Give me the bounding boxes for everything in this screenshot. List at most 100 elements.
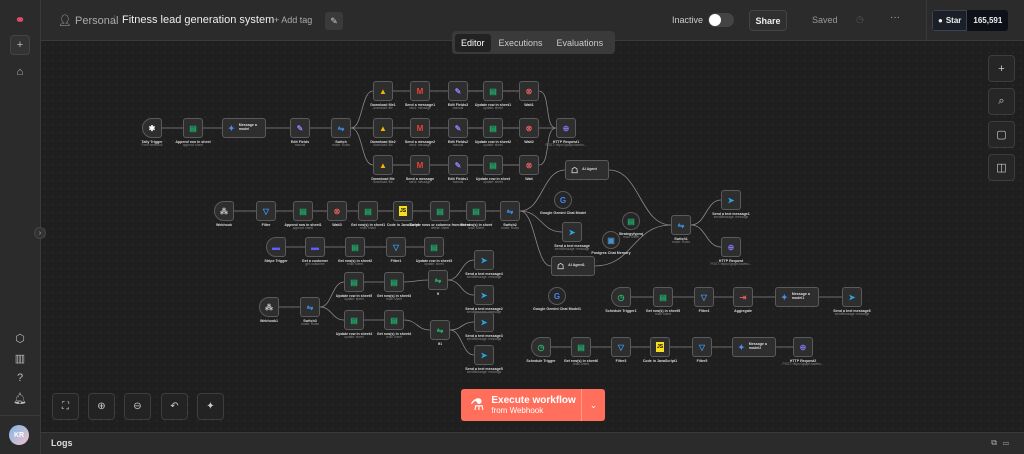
logs-panel-controls[interactable]: ⧉▭ bbox=[991, 438, 1015, 448]
workflow-node[interactable]: ▽ bbox=[611, 337, 631, 357]
workflow-node[interactable]: ▤ bbox=[344, 310, 364, 330]
workflow-node[interactable]: ➤ bbox=[474, 345, 494, 365]
workflow-node[interactable]: ⇋ bbox=[430, 320, 450, 340]
add-node-button[interactable]: + bbox=[988, 55, 1015, 82]
workflow-node[interactable]: ⇥ bbox=[733, 287, 753, 307]
add-tag-button[interactable]: + Add tag bbox=[274, 15, 312, 25]
workflow-node[interactable]: ▲ bbox=[373, 118, 393, 138]
execute-workflow-button[interactable]: ⚗ Execute workflow from Webhook ⌄ bbox=[461, 389, 605, 421]
workflow-node[interactable]: ⊗ bbox=[519, 118, 539, 138]
workflow-node[interactable]: ▤ bbox=[483, 155, 503, 175]
workflow-node[interactable]: ▤ bbox=[345, 237, 365, 257]
workflow-node[interactable]: ▬ bbox=[266, 237, 286, 257]
workflow-node[interactable]: ➤ bbox=[842, 287, 862, 307]
fit-view-button[interactable]: ⛶ bbox=[52, 393, 79, 420]
workflow-node[interactable]: ▤ bbox=[571, 337, 591, 357]
workflow-node[interactable]: ▤ bbox=[653, 287, 673, 307]
workflow-node[interactable]: ▲ bbox=[373, 81, 393, 101]
help-icon[interactable]: ? bbox=[10, 368, 30, 388]
workflow-node[interactable]: ▽ bbox=[694, 287, 714, 307]
workflow-node[interactable]: ▤ bbox=[183, 118, 203, 138]
tidy-up-button[interactable]: ✦ bbox=[197, 393, 224, 420]
workflow-canvas[interactable]: ✱ Tally Trigger Form webhook ▤ Append row in… bbox=[41, 41, 1024, 432]
workflow-node[interactable]: ➤ bbox=[474, 285, 494, 305]
workflow-title[interactable]: Fitness lead generation system bbox=[122, 14, 274, 26]
workflow-node[interactable]: ▤ bbox=[293, 201, 313, 221]
add-button[interactable]: + bbox=[10, 35, 30, 55]
workflow-node[interactable]: ☖ AI Agent bbox=[565, 160, 609, 180]
workflow-node[interactable]: ◷ bbox=[531, 337, 551, 357]
logs-panel[interactable]: Logs ⧉▭ bbox=[41, 432, 1024, 454]
workflow-node[interactable]: G bbox=[548, 287, 566, 305]
workflow-node[interactable]: ⊕ bbox=[721, 237, 741, 257]
workflow-node[interactable]: ◷ bbox=[611, 287, 631, 307]
avatar[interactable]: KR bbox=[9, 425, 29, 445]
workflow-node[interactable]: ▬ bbox=[305, 237, 325, 257]
workflow-node[interactable]: M bbox=[410, 81, 430, 101]
execute-main[interactable]: ⚗ Execute workflow from Webhook bbox=[461, 389, 581, 421]
workflow-node[interactable]: ✦ Message a model bbox=[222, 118, 266, 138]
workflow-node[interactable]: ▤ bbox=[483, 81, 503, 101]
workflow-node[interactable]: ⊗ bbox=[519, 81, 539, 101]
workflow-node[interactable]: ✎ bbox=[448, 118, 468, 138]
workflow-node[interactable]: ▽ bbox=[692, 337, 712, 357]
sticky-note-button[interactable]: ▢ bbox=[988, 121, 1015, 148]
workflow-node[interactable]: ▤ bbox=[424, 237, 444, 257]
workflow-node[interactable]: ▽ bbox=[386, 237, 406, 257]
workflow-node[interactable]: M bbox=[410, 118, 430, 138]
workflow-node[interactable]: ▤ bbox=[384, 310, 404, 330]
workflow-node[interactable]: JS bbox=[650, 337, 670, 357]
active-toggle[interactable] bbox=[708, 13, 734, 27]
workflow-node[interactable]: ➤ bbox=[474, 250, 494, 270]
workflow-node[interactable]: ⊗ bbox=[327, 201, 347, 221]
breadcrumb-project[interactable]: 👤︎ Personal bbox=[58, 14, 118, 27]
tab-evaluations[interactable]: Evaluations bbox=[551, 34, 610, 52]
workflow-node[interactable]: ✦ Message a model2 bbox=[732, 337, 776, 357]
toggle-panel-button[interactable]: ◫ bbox=[988, 154, 1015, 181]
tab-editor[interactable]: Editor bbox=[455, 33, 491, 52]
workflow-node[interactable]: ➤ bbox=[721, 190, 741, 210]
workflow-node[interactable]: ⇋ bbox=[500, 201, 520, 221]
workflow-node[interactable]: ⊕ bbox=[793, 337, 813, 357]
workflow-node[interactable]: ⇋ bbox=[671, 215, 691, 235]
workflow-node[interactable]: ▤ bbox=[622, 212, 640, 230]
more-options-button[interactable]: ··· bbox=[890, 12, 900, 23]
workflow-node[interactable]: ✎ bbox=[448, 81, 468, 101]
home-icon[interactable]: ⌂ bbox=[10, 62, 30, 82]
zoom-out-button[interactable]: ⊖ bbox=[124, 393, 151, 420]
workflow-node[interactable]: G bbox=[554, 191, 572, 209]
sidebar-collapse-toggle[interactable]: › bbox=[34, 227, 46, 239]
share-button[interactable]: Share bbox=[749, 10, 787, 31]
search-nodes-button[interactable]: ⌕ bbox=[988, 88, 1015, 115]
workflow-node[interactable]: ✎ bbox=[448, 155, 468, 175]
zoom-in-button[interactable]: ⊕ bbox=[88, 393, 115, 420]
connection[interactable] bbox=[519, 210, 552, 267]
edit-description-icon[interactable]: ✎ bbox=[325, 12, 343, 30]
workflow-node[interactable]: ⇋ bbox=[428, 270, 448, 290]
chevron-down-icon[interactable]: ⌄ bbox=[581, 389, 605, 421]
workflow-node[interactable]: ▤ bbox=[344, 272, 364, 292]
workflow-node[interactable]: ⁂ bbox=[259, 297, 279, 317]
undo-button[interactable]: ↶ bbox=[161, 393, 188, 420]
templates-icon[interactable]: ⬡ bbox=[10, 328, 30, 348]
notifications-bell-icon[interactable]: 🔔︎ bbox=[10, 388, 30, 408]
connection[interactable] bbox=[403, 319, 431, 331]
connection[interactable] bbox=[538, 90, 557, 129]
workflow-node[interactable]: JS bbox=[393, 201, 413, 221]
workflow-node[interactable]: ▽ bbox=[256, 201, 276, 221]
workflow-node[interactable]: ⊗ bbox=[519, 155, 539, 175]
connection[interactable] bbox=[608, 169, 672, 226]
n8n-logo-icon[interactable]: ⚭ bbox=[10, 10, 30, 30]
workflow-node[interactable]: ▤ bbox=[483, 118, 503, 138]
workflow-node[interactable]: ➤ bbox=[562, 222, 582, 242]
workflow-node[interactable]: ⊕ bbox=[556, 118, 576, 138]
workflow-node[interactable]: ⇋ bbox=[331, 118, 351, 138]
workflow-node[interactable]: ✎ bbox=[290, 118, 310, 138]
workflow-node[interactable]: ⁂ bbox=[214, 201, 234, 221]
connection[interactable] bbox=[449, 321, 475, 331]
workflow-node[interactable]: ▤ bbox=[358, 201, 378, 221]
connection[interactable] bbox=[403, 279, 429, 283]
workflow-node[interactable]: ▤ bbox=[430, 201, 450, 221]
workflow-node[interactable]: ✦ Message a model1 bbox=[775, 287, 819, 307]
workflow-node[interactable]: ▤ bbox=[384, 272, 404, 292]
